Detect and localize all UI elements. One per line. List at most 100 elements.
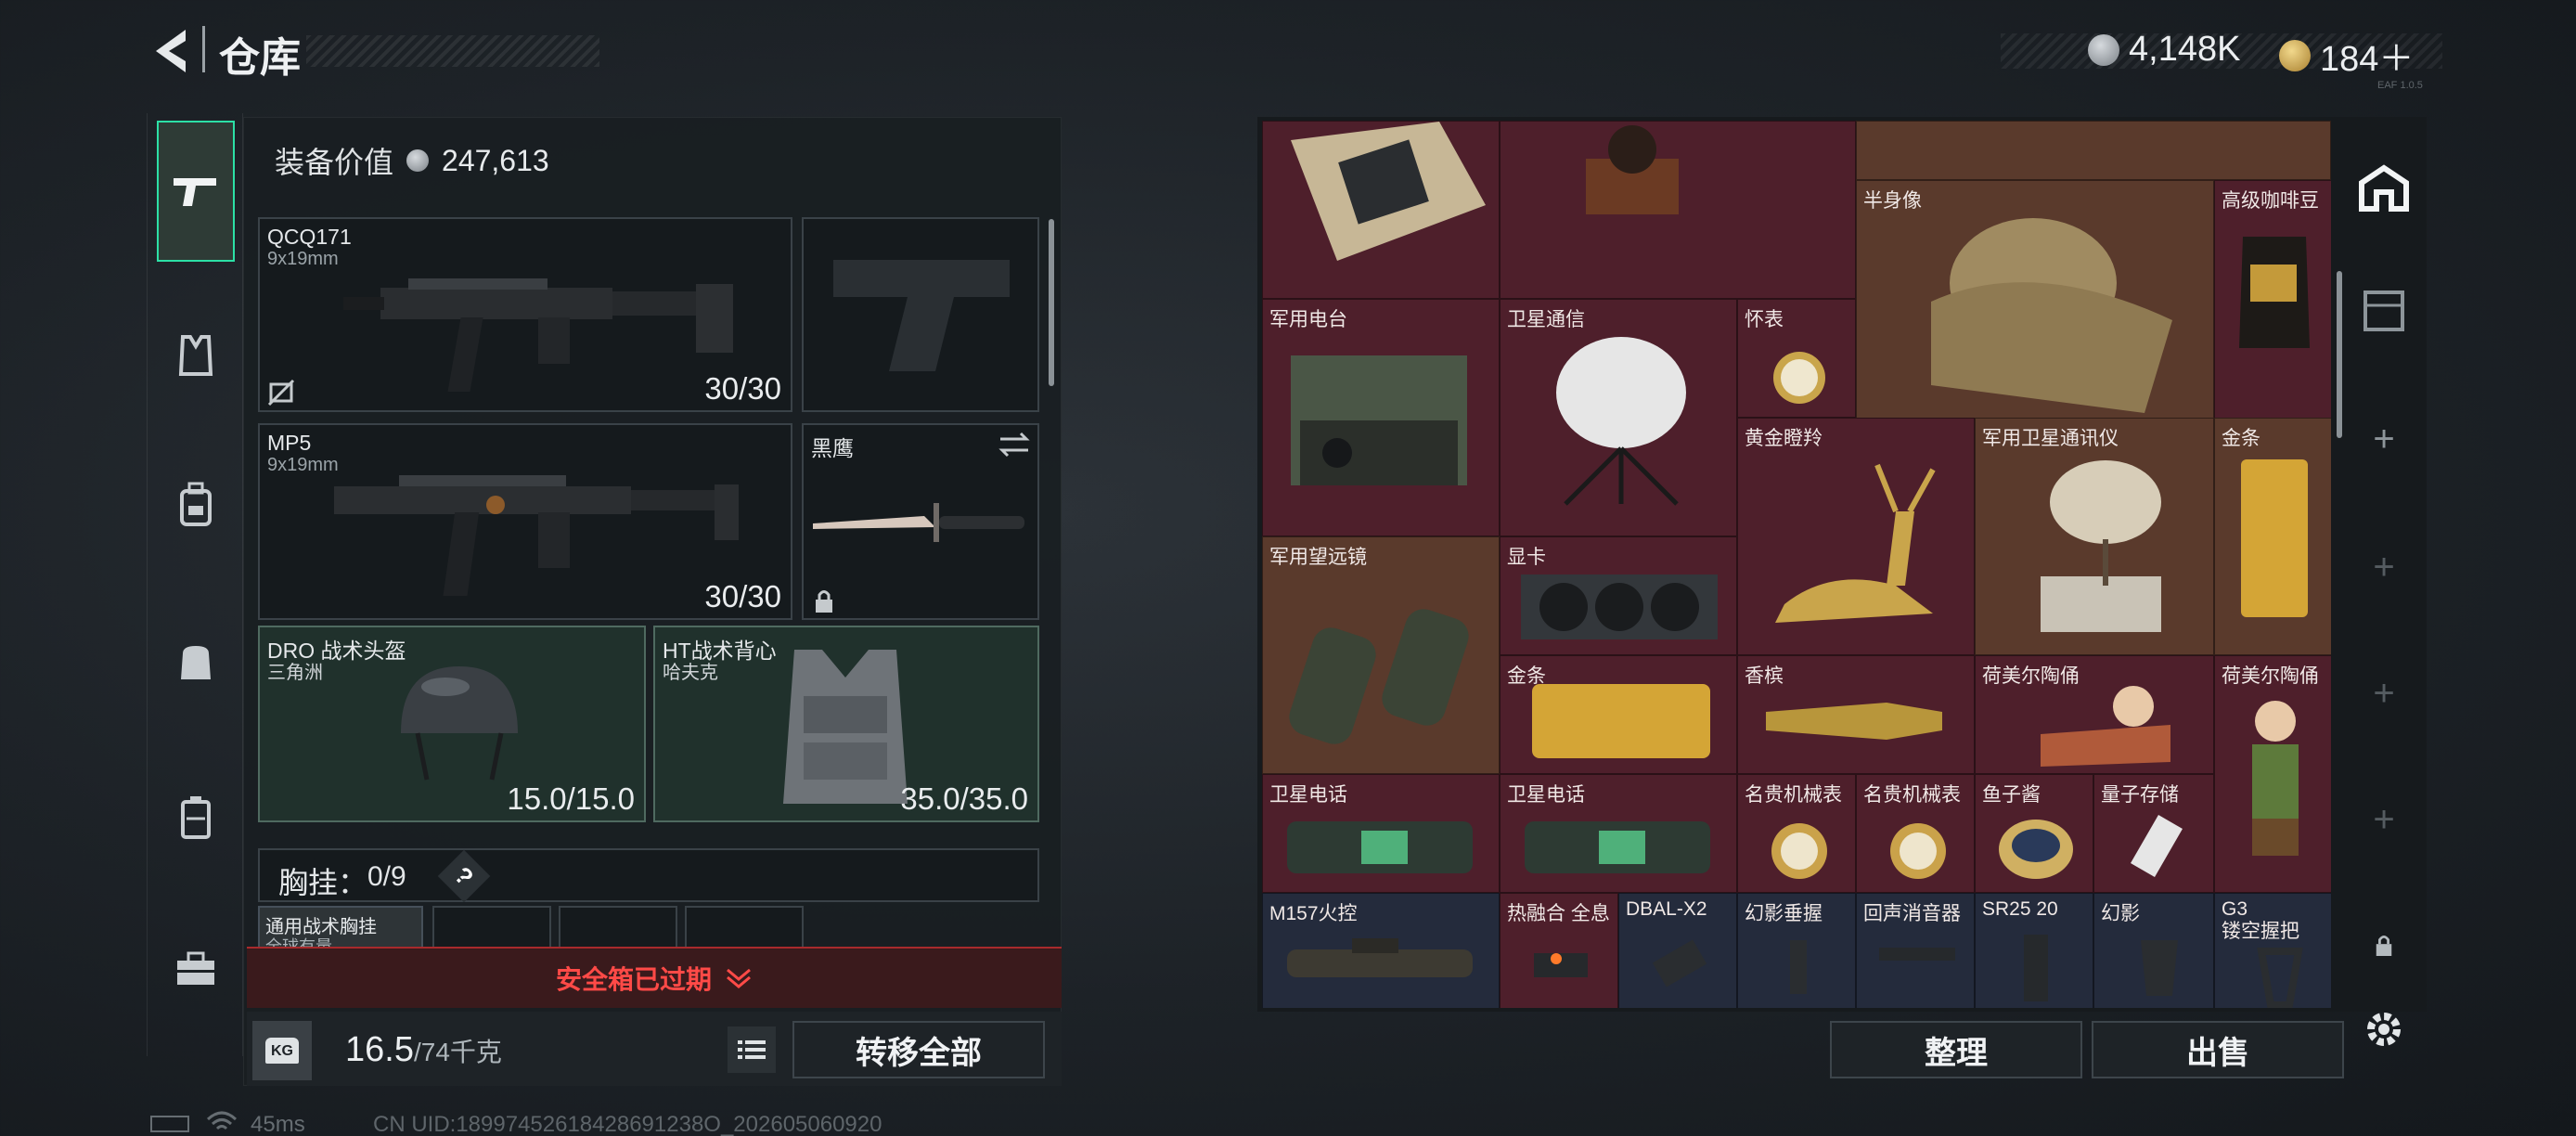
tab-backpack[interactable] (157, 466, 235, 544)
rig-slot-2[interactable] (432, 906, 551, 950)
sort-button[interactable]: 整理 (1830, 1021, 2082, 1078)
stash-item-gold2[interactable]: 金条 (1500, 655, 1737, 774)
add-tab-button-3[interactable]: + (2353, 663, 2415, 724)
stash-item-g3[interactable]: G3 镂空握把 (2214, 893, 2331, 1008)
page-title: 仓库 (219, 35, 301, 81)
wifi-icon (206, 1111, 238, 1130)
melee-slot[interactable]: 黑鹰 (802, 423, 1039, 620)
stash-item-gold1[interactable]: 金条 (2214, 418, 2331, 655)
help-icon[interactable]: ? (437, 849, 491, 903)
settings-button[interactable] (2353, 999, 2415, 1060)
stash-item-thermal[interactable]: 热融合 全息 (1500, 893, 1618, 1008)
helmet-image (401, 666, 518, 781)
stash-cell[interactable] (1262, 121, 1500, 299)
rig-slot-3[interactable] (559, 906, 677, 950)
stash-item-grip2[interactable]: 幻影 (2093, 893, 2214, 1008)
binoculars-image (1289, 609, 1469, 744)
no-mod-icon (267, 379, 295, 407)
stash-item-binoc[interactable]: 军用望远镜 (1262, 536, 1500, 774)
stash-item-deer[interactable]: 黄金瞪羚 (1737, 418, 1975, 655)
transfer-all-button[interactable]: 转移全部 (792, 1021, 1045, 1078)
tab-case[interactable] (157, 778, 235, 856)
antique-item-image (1586, 125, 1679, 214)
rig-item[interactable]: 通用战术胸挂 全球有量 (258, 906, 423, 950)
stash-item-phone1[interactable]: 卫星电话 (1262, 774, 1500, 893)
sat-phone-image (1525, 821, 1710, 873)
stash-item-scope[interactable]: M157火控 (1262, 893, 1500, 1008)
swap-icon[interactable] (997, 431, 1032, 458)
laser-module-image (1652, 939, 1707, 988)
panel-scrollbar[interactable] (1049, 219, 1054, 386)
tab-vest[interactable] (157, 316, 235, 394)
luxury-watch-image (1771, 823, 1827, 879)
title-divider (202, 26, 205, 72)
loadout-sidebar (147, 113, 243, 1056)
stash-item-mwatch2[interactable]: 名贵机械表 (1856, 774, 1975, 893)
optic-image (1534, 953, 1588, 977)
lock-tab[interactable] (2353, 915, 2415, 976)
stash-item-bust[interactable]: 半身像 (1856, 180, 2214, 420)
pistol-icon (174, 178, 216, 206)
suppressor-image (1879, 948, 1955, 961)
tab-bag[interactable] (157, 622, 235, 700)
stash-item-watch[interactable]: 怀表 (1737, 299, 1856, 418)
add-tab-button-2[interactable]: + (2353, 536, 2415, 598)
rig-header[interactable]: 胸挂： 0/9 ? (258, 848, 1039, 903)
sell-button[interactable]: 出售 (2092, 1021, 2344, 1078)
stash-item-caviar[interactable]: 鱼子酱 (1975, 774, 2093, 893)
stash-item-grip[interactable]: 幻影垂握 (1737, 893, 1856, 1008)
stash-item-gpu[interactable]: 显卡 (1500, 536, 1737, 655)
stash-item-phone2[interactable]: 卫星电话 (1500, 774, 1737, 893)
smg-mp5-image (334, 475, 739, 596)
stash-item-muzzle[interactable]: 回声消音器 (1856, 893, 1975, 1008)
list-icon (738, 1040, 766, 1059)
stash-item-radio[interactable]: 军用电台 (1262, 299, 1500, 536)
sat-device-image (2041, 460, 2161, 632)
stash-item-sat[interactable]: 卫星通信 (1500, 299, 1737, 536)
stash-cell[interactable] (1856, 121, 2331, 180)
helmet-slot[interactable]: DRO 战术头盔 三角洲 15.0/15.0 (258, 626, 646, 822)
armor-slot[interactable]: HT战术背心 哈夫克 35.0/35.0 (653, 626, 1039, 822)
battery-icon (150, 1116, 189, 1132)
luxury-watch-image (1890, 823, 1946, 879)
safebox-expired-banner[interactable]: 安全箱已过期 (247, 947, 1062, 1008)
backpack-icon (180, 482, 212, 526)
bag-icon (181, 646, 211, 679)
stash-item-champagne[interactable]: 香槟 (1737, 655, 1975, 774)
stash-item-hummel2[interactable]: 荷美尔陶俑 (2214, 655, 2331, 893)
vertical-grip-image (1790, 940, 1807, 994)
stash-cell[interactable] (1500, 121, 1856, 299)
stash-item-mag[interactable]: SR25 20 (1975, 893, 2093, 1008)
tab-weapons[interactable] (157, 121, 235, 262)
equip-value: 装备价值 247,613 (275, 143, 549, 180)
stash-item-mwatch1[interactable]: 名贵机械表 (1737, 774, 1856, 893)
add-tab-button-4[interactable]: + (2353, 789, 2415, 850)
currency-1[interactable]: 4,148K (2088, 30, 2240, 70)
stash-item-usb[interactable]: 量子存储 (2093, 774, 2214, 893)
pistol-slot[interactable] (802, 217, 1039, 412)
list-view-button[interactable] (728, 1026, 776, 1073)
currency-2[interactable]: 184＋ (2279, 30, 2414, 81)
stash-tab-main[interactable] (2353, 158, 2415, 219)
coin-silver-icon (406, 149, 430, 172)
rig-slot-4[interactable] (685, 906, 804, 950)
stash-item-dbal[interactable]: DBAL-X2 (1618, 893, 1737, 1008)
gear-icon (2367, 1013, 2401, 1046)
stash-item-satcom[interactable]: 军用卫星通讯仪 (1975, 418, 2214, 655)
tab-toolbox[interactable] (157, 930, 235, 1008)
weight-readout: 16.5 /74千克 (345, 1030, 502, 1069)
primary-weapon-slot-1[interactable]: QCQ171 9x19mm 30/30 (258, 217, 792, 412)
stash-item-coffee[interactable]: 高级咖啡豆 (2214, 180, 2331, 420)
primary-weapon-slot-2[interactable]: MP5 9x19mm 30/30 (258, 423, 792, 620)
stash-scrollbar[interactable] (2337, 271, 2342, 438)
stash-tabs: + + + + (2353, 139, 2415, 1049)
add-tab-button-1[interactable]: + (2353, 408, 2415, 470)
skeleton-grip-image (2257, 948, 2303, 1008)
gpu-image (1521, 574, 1718, 639)
knife-image (813, 503, 1024, 542)
vest-image (783, 650, 908, 804)
board-item-image (1291, 122, 1486, 261)
stash-item-hummel1[interactable]: 荷美尔陶俑 (1975, 655, 2214, 774)
back-button[interactable] (148, 26, 195, 76)
stash-tab-2[interactable] (2353, 278, 2415, 340)
